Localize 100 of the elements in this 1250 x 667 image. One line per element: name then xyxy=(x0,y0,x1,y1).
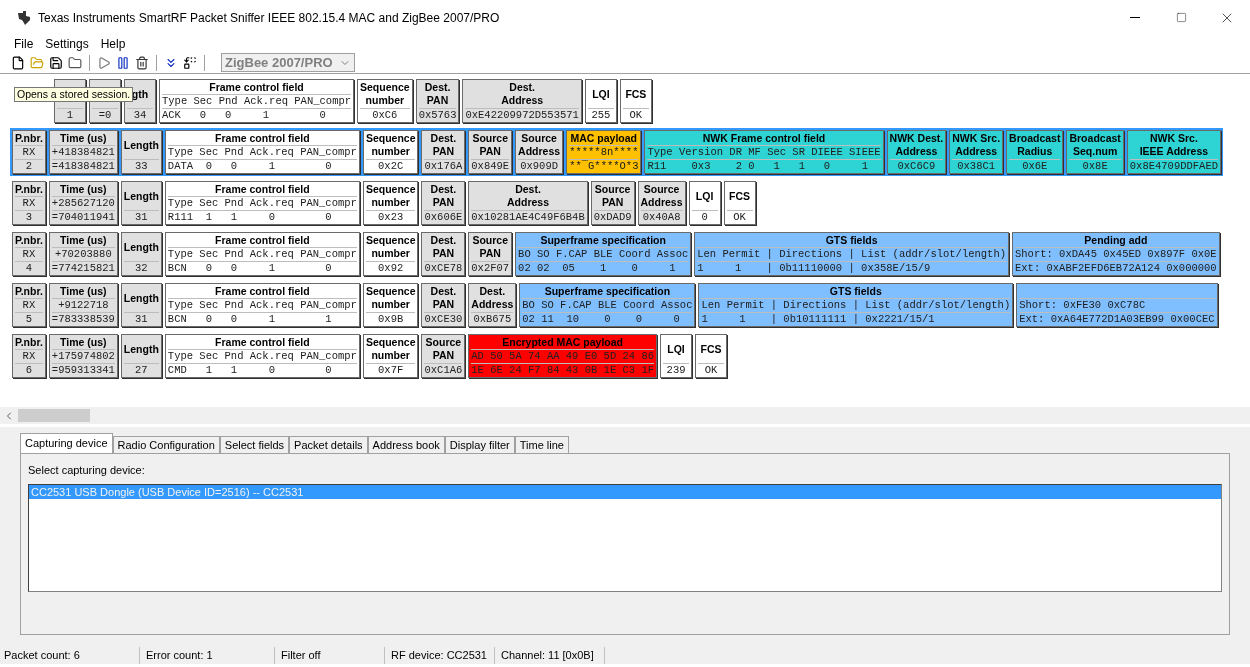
field-label: NWK Src. xyxy=(1150,132,1198,145)
field-value: 1 1 | 0b11110000 | 0x358E/15/9 xyxy=(697,261,1006,275)
field-label: number xyxy=(371,349,410,362)
status-pane: Error count: 1 xyxy=(142,647,275,664)
window-title: Texas Instruments SmartRF Packet Sniffer IEEE 802.15.4 MAC and ZigBee 2007/PRO xyxy=(38,9,500,27)
field-label: Source xyxy=(594,183,631,196)
field-label: Dest. xyxy=(515,183,541,196)
field-value: RX xyxy=(15,298,43,312)
field-label: PAN xyxy=(432,247,455,260)
field-value: BO SO F.CAP BLE Coord Assoc xyxy=(522,298,693,312)
field-label: Radius xyxy=(1017,145,1053,158)
field-label: Frame control field xyxy=(215,131,310,145)
field-label: Frame control field xyxy=(215,335,310,349)
field-value: 239 xyxy=(663,363,690,377)
field-value: 1 xyxy=(57,108,83,122)
field-value: 255 xyxy=(587,108,614,122)
field-value: 3 xyxy=(15,210,43,224)
field-value: 0xDAD9 xyxy=(593,210,632,224)
field-value: BO SO F.CAP BLE Coord Assoc xyxy=(518,247,689,261)
field-value: +9122718 xyxy=(51,298,115,312)
status-pane: Filter off xyxy=(277,647,385,664)
field-value: 2 xyxy=(15,159,43,173)
field-value: 4 xyxy=(15,261,43,275)
field-value: 0 xyxy=(691,210,718,224)
field-value: Ext: 0xA64E772D1A03EB99 0x00CEC xyxy=(1019,312,1215,326)
field-label: P.nbr. xyxy=(15,182,43,196)
field-value: OK xyxy=(698,363,725,377)
field-label: Dest. xyxy=(479,285,506,298)
field-label: PAN xyxy=(479,247,501,260)
field-label: Dest. xyxy=(430,285,457,298)
field-value: Short: 0xDA45 0x45ED 0x897F 0x0E xyxy=(1015,247,1217,261)
field-value: 0x849E xyxy=(471,159,510,173)
field-label: MAC payload xyxy=(570,131,638,145)
field-value: 6 xyxy=(15,363,43,377)
field-label: Dest. xyxy=(509,81,535,94)
field-label: Superframe specification xyxy=(544,284,671,298)
field-value: Ext: 0xABF2EFD6EB72A124 0x000000 xyxy=(1015,261,1217,275)
field-value: R111 1 1 0 0 xyxy=(167,210,357,224)
field-label: number xyxy=(365,94,405,107)
field-label: Length xyxy=(123,240,159,254)
field-value: DATA 0 0 1 0 xyxy=(167,159,357,173)
field-label: Sequence xyxy=(360,81,410,94)
field-label: P.nbr. xyxy=(15,284,43,298)
field-label: LQI xyxy=(592,87,610,101)
field-label: Sequence xyxy=(365,234,416,247)
field-value: 0x8E xyxy=(1069,159,1121,173)
field-label: Address xyxy=(518,145,561,158)
field-label: GTS fields xyxy=(825,233,878,247)
field-label: Length xyxy=(123,342,159,356)
field-value: +285627120 xyxy=(51,196,115,210)
field-label: Seq.num xyxy=(1072,145,1118,158)
field-value: Type Sec Pnd Ack.req PAN_compr xyxy=(167,196,357,210)
field-value: 31 xyxy=(123,312,159,326)
field-value: Short: 0xFE30 0xC78C xyxy=(1019,298,1215,312)
field-label: PAN xyxy=(432,145,455,158)
field-label: Superframe specification xyxy=(540,233,666,247)
field-value: 0x6E xyxy=(1009,159,1061,173)
field-value: =959313341 xyxy=(51,363,115,377)
field-value: Len Permit | Directions | List (addr/slot/length) xyxy=(701,298,1011,312)
field-label: P.nbr. xyxy=(15,335,43,349)
field-value: 0x5763 xyxy=(418,108,457,122)
field-value: =774215821 xyxy=(51,261,115,275)
field-value: 0x23 xyxy=(365,210,416,224)
field-label: FCS xyxy=(700,342,722,356)
field-value: Type Sec Pnd Ack.req PAN_compr xyxy=(162,94,352,108)
field-value: 0x10281AE4C49F6B4B xyxy=(471,210,585,224)
field-label: Select capturing device: xyxy=(28,463,146,478)
field-label: PAN xyxy=(432,349,455,362)
field-label: Address xyxy=(507,196,549,209)
field-value: 0xB675 xyxy=(471,312,514,326)
field-label: Broadcast xyxy=(1009,132,1061,145)
field-label: Address xyxy=(471,298,514,311)
field-label: Dest. xyxy=(424,81,451,94)
field-value: 0xCE78 xyxy=(424,261,463,275)
field-value: Type Sec Pnd Ack.req PAN_compr xyxy=(167,349,357,363)
field-value: BCN 0 0 1 1 xyxy=(167,312,357,326)
field-value: *****8n**** xyxy=(569,145,639,159)
field-label: number xyxy=(371,298,410,311)
field-label: Source xyxy=(425,336,462,349)
field-value: R11 0x3 2 0 1 1 0 1 xyxy=(647,159,881,173)
field-value: CMD 1 1 0 0 xyxy=(167,363,357,377)
field-value: Type Sec Pnd Ack.req PAN_compr xyxy=(167,298,357,312)
field-value: Type Version DR MF Sec SR DIEEE SIEEE xyxy=(647,145,881,159)
field-label: Sequence xyxy=(365,183,416,196)
field-value: 0x38C1 xyxy=(952,159,1001,173)
field-value: 0xC6C9 xyxy=(889,159,944,173)
field-label: Frame control field xyxy=(215,284,310,298)
status-pane: RF device: CC2531 xyxy=(387,647,495,664)
field-label: LQI xyxy=(667,342,685,356)
field-value: =783338539 xyxy=(51,312,115,326)
field-label: NWK Dest. xyxy=(889,132,944,145)
field-value: BCN 0 0 1 0 xyxy=(167,261,357,275)
field-value: 02 02 05 1 0 1 xyxy=(518,261,689,275)
field-label: IEEE Address xyxy=(1139,145,1209,158)
field-value: Type Sec Pnd Ack.req PAN_compr xyxy=(167,145,357,159)
field-value: 0x40A8 xyxy=(640,210,683,224)
field-value: RX xyxy=(15,196,43,210)
field-label: FCS xyxy=(729,189,751,203)
field-label: Sequence xyxy=(365,132,416,145)
field-value: =0 xyxy=(92,108,118,122)
